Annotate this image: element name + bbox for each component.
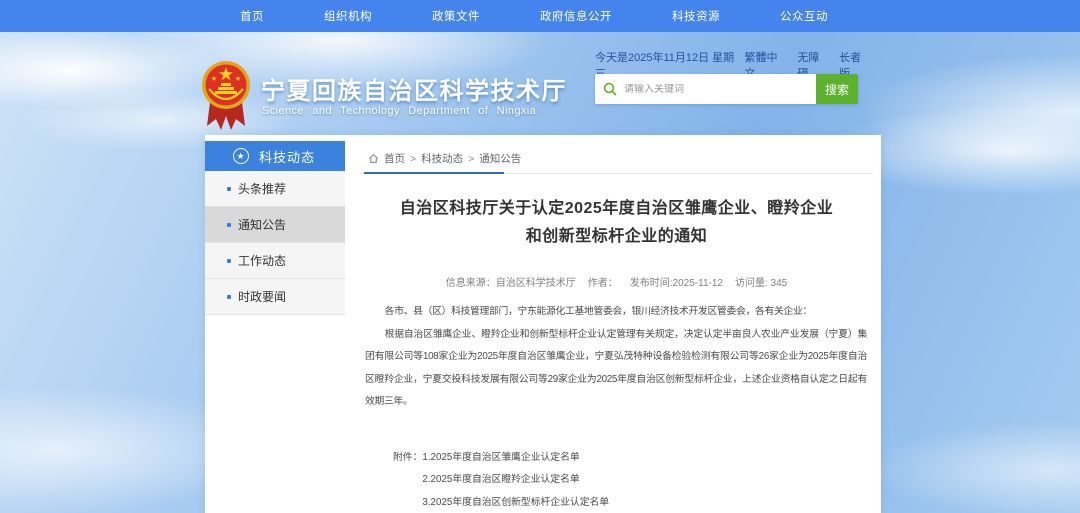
- sidebar-item-label: 头条推荐: [238, 180, 286, 197]
- meta-visit-count: 访问量: 345: [735, 274, 787, 289]
- bullet-dot-icon: [227, 187, 231, 191]
- bullet-dot-icon: [227, 295, 231, 299]
- article-body: 各市、县（区）科技管理部门，宁东能源化工基地管委会，银川经济技术开发区管委会，各…: [360, 301, 873, 414]
- emblem-icon: [201, 56, 251, 138]
- main-content: 首页 > 科技动态 > 通知公告 自治区科技厅关于认定2025年度自治区雏鹰企业…: [360, 141, 873, 513]
- nav-item-policy-docs[interactable]: 政策文件: [432, 8, 480, 24]
- sidebar-item-label: 通知公告: [238, 216, 286, 233]
- sidebar-item-notices[interactable]: 通知公告: [205, 207, 345, 243]
- breadcrumb-sci-trends[interactable]: 科技动态: [421, 151, 463, 166]
- sidebar-item-current-politics[interactable]: 时政要闻: [205, 279, 345, 315]
- sidebar-item-headlines[interactable]: 头条推荐: [205, 171, 345, 207]
- nav-item-organization[interactable]: 组织机构: [324, 8, 372, 24]
- search-button[interactable]: 搜索: [816, 74, 858, 104]
- sidebar-menu: 头条推荐 通知公告 工作动态 时政要闻: [205, 171, 345, 315]
- attachment-link-benchmark-list[interactable]: 3.2025年度自治区创新型标杆企业认定名单: [422, 492, 609, 513]
- breadcrumb: 首页 > 科技动态 > 通知公告: [360, 151, 873, 166]
- attachments-block: 附件： 1.2025年度自治区雏鹰企业认定名单 2.2025年度自治区瞪羚企业认…: [393, 447, 873, 513]
- attachment-link-gazelle-list[interactable]: 2.2025年度自治区瞪羚企业认定名单: [422, 469, 609, 492]
- breadcrumb-current: 通知公告: [479, 151, 521, 166]
- nav-item-sci-resources[interactable]: 科技资源: [672, 8, 720, 24]
- sidebar-title: 科技动态: [259, 147, 315, 166]
- bullet-dot-icon: [227, 259, 231, 263]
- search-bar: 搜索: [595, 74, 858, 104]
- site-subtitle: Science and Technology Department of Nin…: [262, 105, 538, 117]
- sidebar-header: ★ 科技动态: [205, 141, 345, 171]
- attachment-link-eagle-list[interactable]: 1.2025年度自治区雏鹰企业认定名单: [422, 447, 609, 470]
- nav-item-public-interaction[interactable]: 公众互动: [780, 8, 828, 24]
- top-navigation: 首页 组织机构 政策文件 政府信息公开 科技资源 公众互动: [0, 0, 1080, 32]
- home-icon: [368, 153, 379, 164]
- breadcrumb-accent-line: [364, 172, 504, 174]
- attachments-label: 附件：: [393, 447, 422, 513]
- article-meta: 信息来源：自治区科学技术厅 作者： 发布时间:2025-11-12 访问量: 3…: [360, 274, 873, 289]
- search-input[interactable]: [624, 84, 808, 95]
- meta-source: 信息来源：自治区科学技术厅: [446, 274, 576, 289]
- article-paragraph: 各市、县（区）科技管理部门，宁东能源化工基地管委会，银川经济技术开发区管委会，各…: [365, 301, 867, 324]
- content-wrapper: ★ 科技动态 头条推荐 通知公告 工作动态 时政要闻: [205, 135, 881, 513]
- breadcrumb-home[interactable]: 首页: [384, 151, 405, 166]
- breadcrumb-separator: >: [410, 153, 416, 165]
- article-title: 自治区科技厅关于认定2025年度自治区雏鹰企业、瞪羚企业 和创新型标杆企业的通知: [360, 195, 873, 251]
- article-title-line2: 和创新型标杆企业的通知: [360, 223, 873, 251]
- sidebar-item-label: 时政要闻: [238, 288, 286, 305]
- star-circle-icon: ★: [233, 148, 249, 164]
- sidebar: ★ 科技动态 头条推荐 通知公告 工作动态 时政要闻: [205, 141, 345, 315]
- bullet-dot-icon: [227, 223, 231, 227]
- national-emblem-logo: [201, 56, 251, 138]
- meta-author: 作者：: [588, 274, 618, 289]
- breadcrumb-separator: >: [468, 153, 474, 165]
- breadcrumb-divider: [360, 173, 873, 174]
- article-title-line1: 自治区科技厅关于认定2025年度自治区雏鹰企业、瞪羚企业: [360, 195, 873, 223]
- meta-publish-time: 发布时间:2025-11-12: [630, 274, 723, 289]
- article-paragraph: 根据自治区雏鹰企业、瞪羚企业和创新型标杆企业认定管理有关规定，决定认定半亩良人农…: [365, 324, 867, 414]
- nav-item-home[interactable]: 首页: [240, 8, 264, 24]
- search-icon: [603, 82, 617, 96]
- sidebar-item-label: 工作动态: [238, 252, 286, 269]
- nav-item-gov-info[interactable]: 政府信息公开: [540, 8, 612, 24]
- sidebar-item-work-trends[interactable]: 工作动态: [205, 243, 345, 279]
- site-title: 宁夏回族自治区科学技术厅: [261, 71, 561, 106]
